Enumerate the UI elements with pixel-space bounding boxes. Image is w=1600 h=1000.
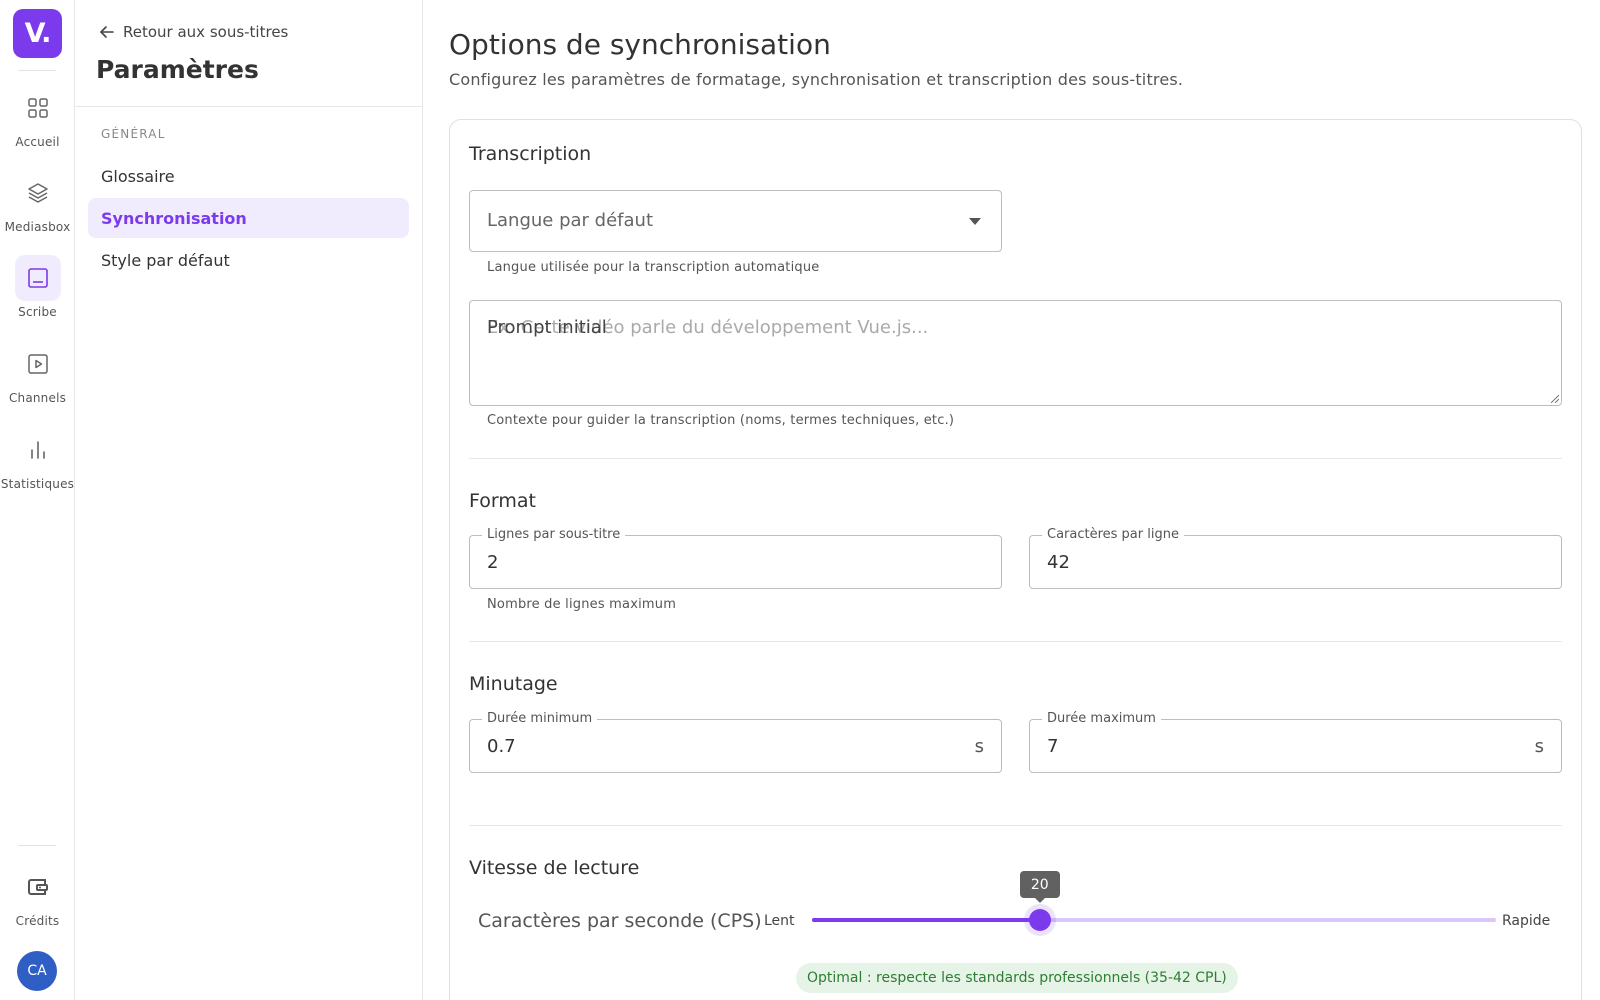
nav-item-style-par-defaut[interactable]: Style par défaut xyxy=(88,240,409,280)
rail-label: Accueil xyxy=(15,135,60,149)
nav-divider xyxy=(75,106,423,107)
back-to-subtitles-link[interactable]: Retour aux sous-titres xyxy=(99,23,288,41)
app-rail: V. Accueil Mediasbox Scribe Channels Sta… xyxy=(0,0,75,1000)
chars-per-line-label: Caractères par ligne xyxy=(1042,527,1184,543)
settings-nav: Retour aux sous-titres Paramètres GÉNÉRA… xyxy=(75,0,423,1000)
rail-item-mediasbox[interactable]: Mediasbox xyxy=(0,170,75,250)
rail-label: Channels xyxy=(8,391,67,405)
cps-value-bubble: 20 xyxy=(1019,871,1060,903)
avatar[interactable]: CA xyxy=(17,951,57,991)
settings-title: Paramètres xyxy=(96,55,259,84)
back-link-label: Retour aux sous-titres xyxy=(123,23,289,41)
page-title: Options de synchronisation xyxy=(449,28,831,61)
section-divider xyxy=(469,825,1562,826)
language-select-label: Langue par défaut xyxy=(487,210,654,231)
play-square-icon xyxy=(15,341,61,387)
max-duration-label: Durée maximum xyxy=(1042,711,1161,727)
rail-item-statistiques[interactable]: Statistiques xyxy=(0,427,75,507)
bar-chart-icon xyxy=(15,427,61,473)
section-title-vitesse: Vitesse de lecture xyxy=(469,857,640,879)
nav-section-header: GÉNÉRAL xyxy=(101,127,166,141)
section-divider xyxy=(469,641,1562,642)
cps-slider-fill xyxy=(812,918,1040,922)
lines-per-subtitle-label: Lignes par sous-titre xyxy=(482,527,626,543)
layers-icon xyxy=(15,170,61,216)
rail-label: Mediasbox xyxy=(4,220,71,234)
max-duration-unit: s xyxy=(1534,736,1544,757)
lines-per-subtitle-value: 2 xyxy=(487,552,499,573)
min-duration-value: 0.7 xyxy=(487,736,516,757)
section-divider xyxy=(469,458,1562,459)
rail-divider xyxy=(18,70,56,71)
lines-helper: Nombre de lignes maximum xyxy=(487,597,677,612)
rail-label: Scribe xyxy=(18,305,57,319)
min-duration-label: Durée minimum xyxy=(482,711,598,727)
rail-label: Crédits xyxy=(15,914,60,928)
rail-item-channels[interactable]: Channels xyxy=(0,341,75,421)
resize-handle-icon[interactable] xyxy=(1551,395,1559,403)
slider-max-label: Rapide xyxy=(1502,913,1551,929)
prompt-textarea[interactable]: Ex: Cette vidéo parle du développement V… xyxy=(469,300,1562,406)
min-duration-field[interactable]: Durée minimum 0.7 s xyxy=(469,711,1002,773)
rail-item-scribe[interactable]: Scribe xyxy=(0,255,75,335)
prompt-label: Prompt initial xyxy=(487,317,607,338)
slider-min-label: Lent xyxy=(764,913,795,929)
rail-item-credits[interactable]: Crédits xyxy=(0,864,75,944)
grid-icon xyxy=(15,85,61,131)
language-select[interactable]: Langue par défaut xyxy=(469,190,1002,252)
chars-per-line-value: 42 xyxy=(1047,552,1070,573)
min-duration-unit: s xyxy=(974,736,984,757)
prompt-helper: Contexte pour guider la transcription (n… xyxy=(487,413,955,428)
nav-item-glossaire[interactable]: Glossaire xyxy=(88,156,409,196)
settings-card: Transcription Langue par défaut Langue u… xyxy=(449,119,1582,1000)
chars-per-line-field[interactable]: Caractères par ligne 42 xyxy=(1029,527,1562,589)
section-title-transcription: Transcription xyxy=(469,143,592,165)
lines-per-subtitle-field[interactable]: Lignes par sous-titre 2 xyxy=(469,527,1002,589)
cps-label: Caractères par seconde (CPS) xyxy=(478,910,762,932)
cps-slider-thumb[interactable] xyxy=(1028,909,1051,931)
app-logo[interactable]: V. xyxy=(13,9,62,58)
rail-label: Statistiques xyxy=(0,477,75,491)
max-duration-field[interactable]: Durée maximum 7 s xyxy=(1029,711,1562,773)
page-subtitle: Configurez les paramètres de formatage, … xyxy=(449,70,1184,89)
rail-divider xyxy=(18,845,56,846)
rail-item-accueil[interactable]: Accueil xyxy=(0,85,75,165)
nav-item-synchronisation[interactable]: Synchronisation xyxy=(88,198,409,238)
subtitles-icon xyxy=(14,255,61,301)
caret-down-icon xyxy=(969,218,981,225)
language-helper: Langue utilisée pour la transcription au… xyxy=(487,260,820,275)
cps-slider-track[interactable] xyxy=(812,918,1496,922)
max-duration-value: 7 xyxy=(1047,736,1059,757)
section-title-minutage: Minutage xyxy=(469,673,558,695)
status-badge: Optimal : respecte les standards profess… xyxy=(796,963,1238,993)
arrow-left-icon xyxy=(100,26,114,38)
wallet-icon xyxy=(15,864,61,910)
section-title-format: Format xyxy=(469,490,536,512)
